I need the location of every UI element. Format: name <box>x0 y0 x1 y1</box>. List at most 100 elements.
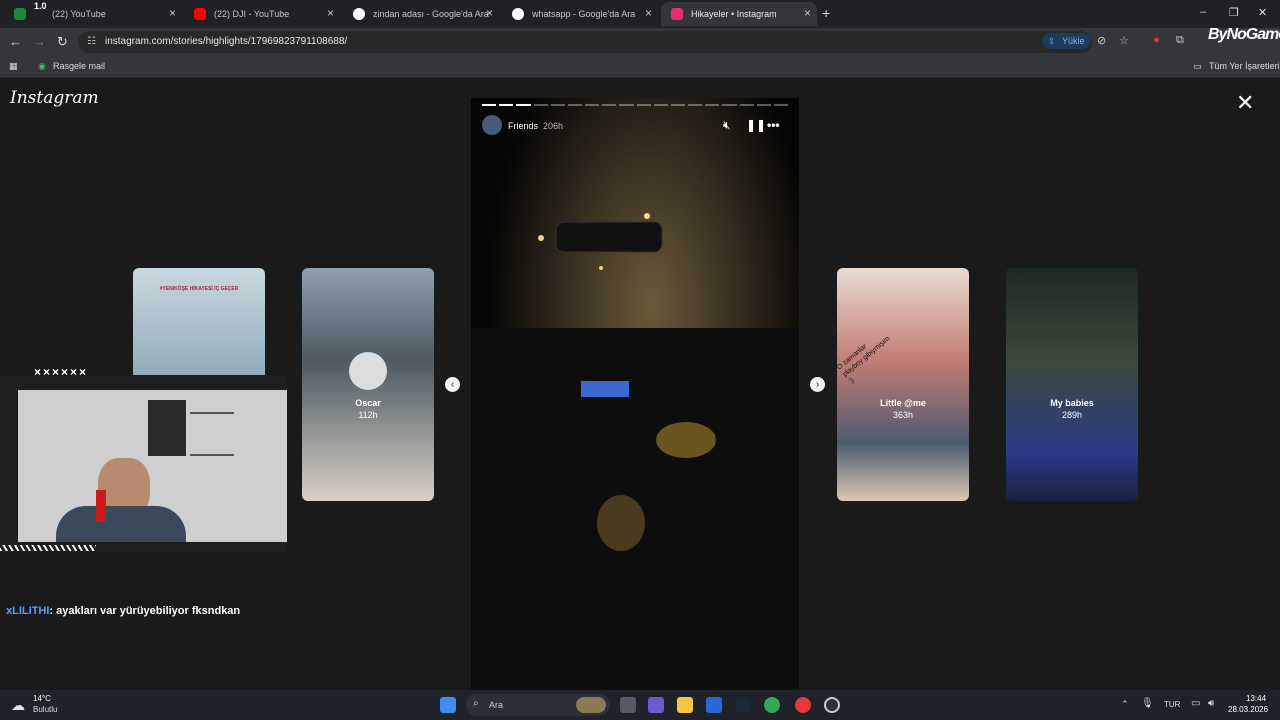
forward-icon[interactable]: → <box>33 34 46 49</box>
extensions-icon[interactable]: ⧉ <box>1176 34 1184 47</box>
side-story-card-oscar[interactable]: Oscar 112h <box>302 268 434 501</box>
instagram-logo[interactable]: Instagram <box>10 88 99 108</box>
more-options-icon[interactable]: ••• <box>767 118 780 132</box>
instagram-stories-page: Instagram ✕ #YENIKÖŞE HİKAYESİ İÇ GEÇER … <box>0 80 1280 690</box>
opera-extension-icon[interactable]: ● <box>1153 34 1160 46</box>
cloud-icon[interactable]: ☁ <box>11 697 25 714</box>
clock-time[interactable]: 13:44 <box>1246 694 1266 703</box>
story-name: Little @me <box>880 398 926 408</box>
weather-desc[interactable]: Bulutlu <box>33 705 57 714</box>
story-overlay-text: O zamanlar playboy gibiymişim :) <box>837 335 892 386</box>
story-progress-bar <box>482 104 789 106</box>
app-icon[interactable] <box>824 697 840 713</box>
opera-gx-icon[interactable] <box>795 697 811 713</box>
previous-story-button[interactable]: ‹ <box>445 377 460 392</box>
tab-youtube[interactable]: 1.0 (22) YouTube × <box>4 1 182 26</box>
story-avatar <box>349 352 387 390</box>
display-icon[interactable]: ▭ <box>1191 698 1200 709</box>
close-icon[interactable]: × <box>169 6 176 20</box>
story-overlay-text: #YENIKÖŞE HİKAYESİ İÇ GEÇER <box>159 286 239 292</box>
next-story-button[interactable]: › <box>810 377 825 392</box>
star-icon[interactable]: ☆ <box>1119 34 1129 47</box>
bynogame-logo: ByNoGame <box>1208 26 1280 43</box>
apps-grid-icon[interactable]: ▦ <box>9 61 18 72</box>
pause-icon[interactable]: ❚❚ <box>746 118 766 132</box>
tab-google-whatsapp[interactable]: whatsapp - Google'da Ara × <box>502 2 658 26</box>
story-user-avatar[interactable] <box>482 115 502 135</box>
story-time: 289h <box>1061 410 1083 420</box>
back-icon[interactable]: ← <box>9 34 22 49</box>
site-info-icon[interactable]: ☷ <box>87 36 96 47</box>
tab-dji-youtube[interactable]: (22) DJI - YouTube × <box>184 2 340 26</box>
tab-badge: 1.0 <box>34 1 47 11</box>
show-hidden-icons[interactable]: ⌃ <box>1121 699 1129 710</box>
close-icon[interactable]: × <box>804 6 811 20</box>
story-username[interactable]: Friends <box>508 121 538 131</box>
weather-temp[interactable]: 14°C <box>33 694 51 703</box>
close-icon[interactable]: × <box>327 6 334 20</box>
mute-icon[interactable]: 🔇︎ <box>723 118 731 133</box>
eye-off-icon[interactable]: ⊘ <box>1097 34 1106 47</box>
side-story-card-my-babies[interactable]: My babies 289h <box>1006 268 1138 501</box>
webcam-video <box>18 390 287 542</box>
bookmarks-bar: ▦ ◉ Rasgele mail ▭ Tüm Yer İşaretleri <box>0 56 1280 78</box>
microsoft-store-icon[interactable] <box>706 697 722 713</box>
window-close-button[interactable]: ✕ <box>1258 6 1267 19</box>
webcam-stripes <box>0 545 96 551</box>
browser-toolbar: ← → ↻ ☷ instagram.com/stories/highlights… <box>0 26 1280 56</box>
tab-label: whatsapp - Google'da Ara <box>532 9 636 19</box>
streamer-body <box>56 506 186 542</box>
stream-chat-message: xLILITHI: ayakları var yürüyebiliyor fks… <box>6 605 240 617</box>
microphone <box>96 490 106 522</box>
tab-label: (22) YouTube <box>52 9 106 19</box>
volume-icon[interactable]: 🔊︎ <box>1208 698 1214 709</box>
mail-icon: ◉ <box>38 61 46 71</box>
tab-google-zindan[interactable]: zindan adası - Google'da Ara × <box>343 2 499 26</box>
close-stories-icon[interactable]: ✕ <box>1236 92 1254 114</box>
language-indicator[interactable]: TUR <box>1164 700 1180 709</box>
webcam-frame <box>0 375 287 553</box>
reload-icon[interactable]: ↻ <box>57 34 68 50</box>
clock-date[interactable]: 28.03.2026 <box>1228 705 1268 714</box>
tab-label: (22) DJI - YouTube <box>214 9 290 19</box>
bookmark-rasgele-mail[interactable]: Rasgele mail <box>53 61 105 71</box>
minimize-button[interactable]: – <box>1200 6 1206 18</box>
tab-label: zindan adası - Google'da Ara <box>373 9 489 19</box>
maximize-button[interactable]: ❐ <box>1229 6 1239 19</box>
webcam-decoration: ×××××× <box>34 365 89 379</box>
microphone-icon[interactable]: 🎙︎ <box>1141 698 1154 709</box>
youtube-icon <box>194 8 206 20</box>
wall-poster <box>148 400 186 456</box>
chat-text: : ayakları var yürüyebiliyor fksndkan <box>49 605 241 617</box>
upload-icon: ⇪ <box>1048 36 1056 46</box>
upload-label: Yükle <box>1062 36 1085 46</box>
webcam-overlay: ×××××× <box>0 365 300 555</box>
url-text: instagram.com/stories/highlights/1796982… <box>105 36 348 47</box>
taskbar-search[interactable]: ⌕ Ara <box>466 694 610 716</box>
story-name: Oscar <box>355 398 381 408</box>
copilot-icon[interactable] <box>648 697 664 713</box>
side-story-card-little-me[interactable]: O zamanlar playboy gibiymişim :) Little … <box>837 268 969 501</box>
story-timestamp: 206h <box>543 121 564 131</box>
windows-taskbar: ☁ 14°C Bulutlu ⌕ Ara ⌃ 🎙︎ TUR ▭ 🔊︎ 13:44… <box>0 690 1280 720</box>
tab-instagram[interactable]: Hikayeler • Instagram × <box>661 2 817 26</box>
new-tab-button[interactable]: + <box>822 5 830 21</box>
story-night-car-image <box>471 98 799 690</box>
close-icon[interactable]: × <box>486 6 493 20</box>
address-bar[interactable]: ☷ instagram.com/stories/highlights/17969… <box>78 31 1092 53</box>
close-icon[interactable]: × <box>645 6 652 20</box>
main-story-viewer[interactable]: Friends 206h 🔇︎ ❚❚ ••• <box>471 98 799 690</box>
chrome-icon[interactable] <box>764 697 780 713</box>
google-icon <box>353 8 365 20</box>
windows-start-icon[interactable] <box>440 697 456 713</box>
upload-button[interactable]: ⇪ Yükle <box>1042 33 1091 49</box>
file-explorer-icon[interactable] <box>677 697 693 713</box>
task-view-icon[interactable] <box>620 697 636 713</box>
folder-icon: ▭ <box>1193 61 1202 71</box>
tab-strip: 1.0 (22) YouTube × (22) DJI - YouTube × … <box>0 0 1280 28</box>
all-bookmarks-button[interactable]: Tüm Yer İşaretleri <box>1209 61 1280 71</box>
chat-username: xLILITHI <box>6 605 50 617</box>
search-highlight-image <box>576 697 606 713</box>
steam-icon[interactable] <box>735 697 751 713</box>
search-icon: ⌕ <box>473 698 479 709</box>
